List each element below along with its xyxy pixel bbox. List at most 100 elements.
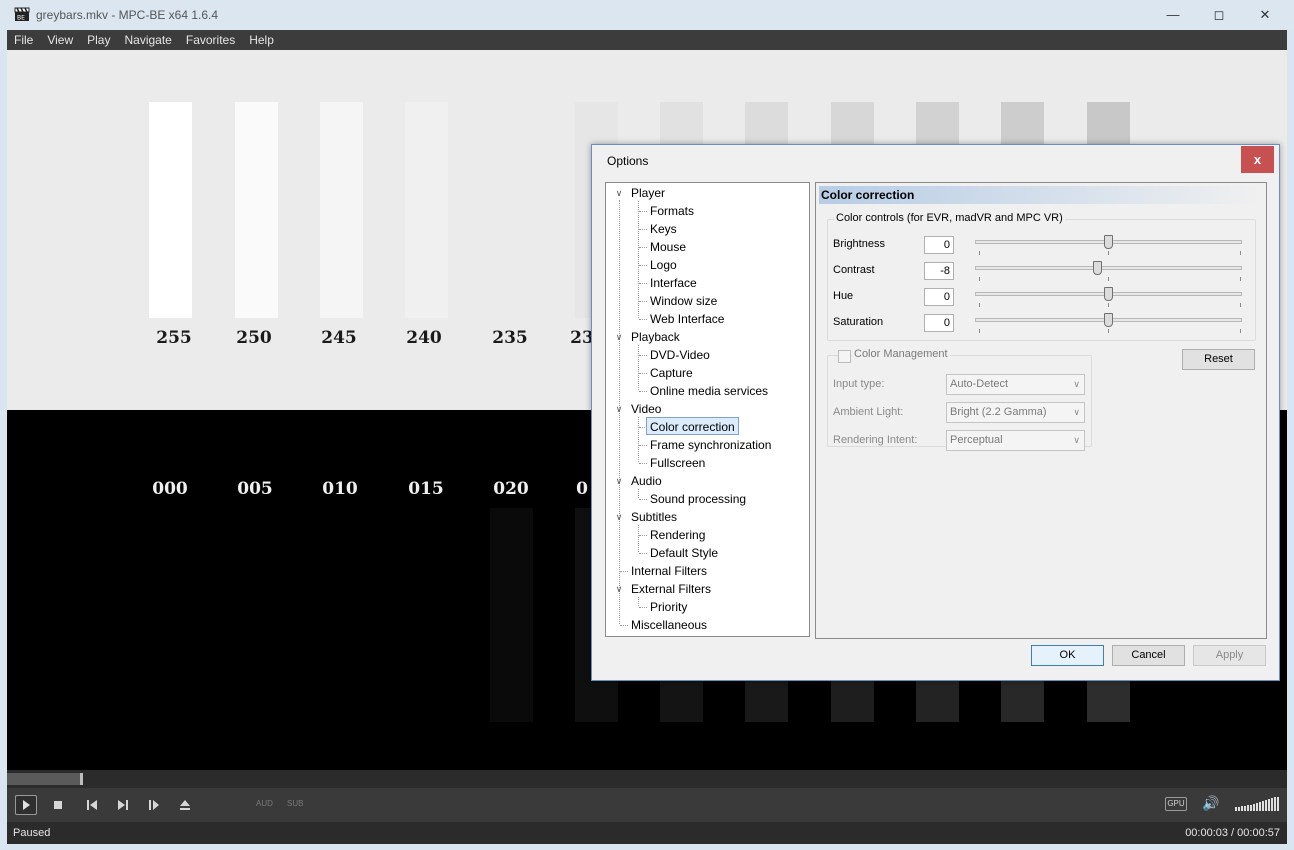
tree-item-video[interactable]: Video xyxy=(631,400,661,418)
tree-item-online-media-services[interactable]: Online media services xyxy=(650,382,768,400)
tree-item-external-filters[interactable]: External Filters xyxy=(631,580,711,598)
saturation-input[interactable]: 0 xyxy=(924,314,954,332)
black-level-label: 000 xyxy=(152,479,188,499)
dialog-close-button[interactable]: x xyxy=(1241,146,1274,173)
frame-step-button[interactable] xyxy=(143,795,165,815)
contrast-slider-thumb[interactable] xyxy=(1093,261,1103,275)
hue-slider-thumb[interactable] xyxy=(1104,287,1113,301)
grey-bar xyxy=(916,102,959,147)
menu-file[interactable]: File xyxy=(7,30,40,50)
grey-bar xyxy=(320,102,363,318)
tree-branch xyxy=(639,499,647,500)
tree-item-window-size[interactable]: Window size xyxy=(650,292,717,310)
chevron-down-icon[interactable]: ∨ xyxy=(613,580,625,598)
tree-branch xyxy=(620,625,628,626)
tree-branch xyxy=(639,355,647,356)
tree-item-web-interface[interactable]: Web Interface xyxy=(650,310,724,328)
tree-item-interface[interactable]: Interface xyxy=(650,274,697,292)
grey-bar xyxy=(831,102,874,147)
grey-bar xyxy=(660,102,703,147)
tree-item-mouse[interactable]: Mouse xyxy=(650,238,686,256)
slider-tick xyxy=(1240,277,1241,281)
slider-tick xyxy=(1108,303,1109,307)
reset-button[interactable]: Reset xyxy=(1182,349,1255,370)
menu-view[interactable]: View xyxy=(40,30,80,50)
menu-navigate[interactable]: Navigate xyxy=(117,30,178,50)
tree-guide xyxy=(638,525,639,552)
play-button[interactable] xyxy=(15,795,37,815)
settings-panel: Color correction Color controls (for EVR… xyxy=(815,182,1267,639)
tree-branch xyxy=(639,373,647,374)
chevron-down-icon: ∨ xyxy=(1073,435,1080,445)
volume-slider[interactable] xyxy=(1235,797,1279,811)
gpu-indicator[interactable]: GPU xyxy=(1165,797,1187,811)
frame-step-icon xyxy=(149,800,159,810)
chevron-down-icon[interactable]: ∨ xyxy=(613,328,625,346)
tree-item-frame-synchronization[interactable]: Frame synchronization xyxy=(650,436,771,454)
contrast-input[interactable]: -8 xyxy=(924,262,954,280)
tree-branch xyxy=(639,607,647,608)
audio-track-indicator[interactable]: AUD xyxy=(256,799,273,808)
tree-item-rendering[interactable]: Rendering xyxy=(650,526,705,544)
tree-item-fullscreen[interactable]: Fullscreen xyxy=(650,454,705,472)
ok-button[interactable]: OK xyxy=(1031,645,1104,666)
tree-item-color-correction[interactable]: Color correction xyxy=(646,417,739,435)
tree-branch xyxy=(639,211,647,212)
grey-level-label: 245 xyxy=(321,328,357,348)
tree-guide xyxy=(638,597,639,606)
brightness-slider-thumb[interactable] xyxy=(1104,235,1113,249)
tree-item-miscellaneous[interactable]: Miscellaneous xyxy=(631,616,707,634)
close-window-button[interactable]: ✕ xyxy=(1242,0,1288,30)
dark-bar xyxy=(831,680,874,722)
slider-tick xyxy=(1108,329,1109,333)
tree-item-sound-processing[interactable]: Sound processing xyxy=(650,490,746,508)
tree-item-default-style[interactable]: Default Style xyxy=(650,544,718,562)
saturation-slider-thumb[interactable] xyxy=(1104,313,1113,327)
tree-item-playback[interactable]: Playback xyxy=(631,328,680,346)
eject-button[interactable] xyxy=(174,795,196,815)
tree-item-audio[interactable]: Audio xyxy=(631,472,662,490)
contrast-label: Contrast xyxy=(833,264,875,276)
chevron-down-icon[interactable]: ∨ xyxy=(613,400,625,418)
input-type-select[interactable]: Auto-Detect ∨ xyxy=(946,374,1085,395)
brightness-input[interactable]: 0 xyxy=(924,236,954,254)
subtitle-indicator[interactable]: SUB xyxy=(287,799,303,808)
status-bar: Paused 00:00:03 / 00:00:57 xyxy=(7,822,1287,844)
chevron-down-icon[interactable]: ∨ xyxy=(613,472,625,490)
tree-item-formats[interactable]: Formats xyxy=(650,202,694,220)
tree-item-priority[interactable]: Priority xyxy=(650,598,687,616)
tree-item-internal-filters[interactable]: Internal Filters xyxy=(631,562,707,580)
tree-item-subtitles[interactable]: Subtitles xyxy=(631,508,677,526)
dialog-title-bar[interactable]: Options x xyxy=(592,145,1279,174)
tree-item-dvd-video[interactable]: DVD-Video xyxy=(650,346,710,364)
chevron-down-icon[interactable]: ∨ xyxy=(613,508,625,526)
time-display[interactable]: 00:00:03 / 00:00:57 xyxy=(1185,827,1280,839)
tree-item-capture[interactable]: Capture xyxy=(650,364,693,382)
tree-guide xyxy=(638,417,639,462)
minimize-button[interactable]: — xyxy=(1150,0,1196,30)
rendering-intent-select[interactable]: Perceptual ∨ xyxy=(946,430,1085,451)
ambient-light-select[interactable]: Bright (2.2 Gamma) ∨ xyxy=(946,402,1085,423)
hue-input[interactable]: 0 xyxy=(924,288,954,306)
menu-favorites[interactable]: Favorites xyxy=(179,30,242,50)
color-management-checkbox[interactable] xyxy=(838,350,851,363)
input-type-value: Auto-Detect xyxy=(950,378,1009,390)
apply-button[interactable]: Apply xyxy=(1193,645,1266,666)
seek-bar[interactable] xyxy=(7,770,1287,788)
tree-item-logo[interactable]: Logo xyxy=(650,256,677,274)
tree-item-player[interactable]: Player xyxy=(631,184,665,202)
menu-play[interactable]: Play xyxy=(80,30,117,50)
maximize-button[interactable]: ◻ xyxy=(1196,0,1242,30)
color-controls-title: Color controls (for EVR, madVR and MPC V… xyxy=(834,212,1065,224)
cancel-button[interactable]: Cancel xyxy=(1112,645,1185,666)
tree-item-keys[interactable]: Keys xyxy=(650,220,677,238)
previous-button[interactable] xyxy=(81,795,103,815)
volume-icon[interactable]: 🔊 xyxy=(1202,795,1219,812)
next-button[interactable] xyxy=(112,795,134,815)
contrast-slider[interactable] xyxy=(975,266,1242,270)
ambient-light-label: Ambient Light: xyxy=(833,406,904,418)
chevron-down-icon[interactable]: ∨ xyxy=(613,184,625,202)
menu-help[interactable]: Help xyxy=(242,30,281,50)
stop-button[interactable] xyxy=(47,795,69,815)
chevron-down-icon: ∨ xyxy=(1073,407,1080,417)
